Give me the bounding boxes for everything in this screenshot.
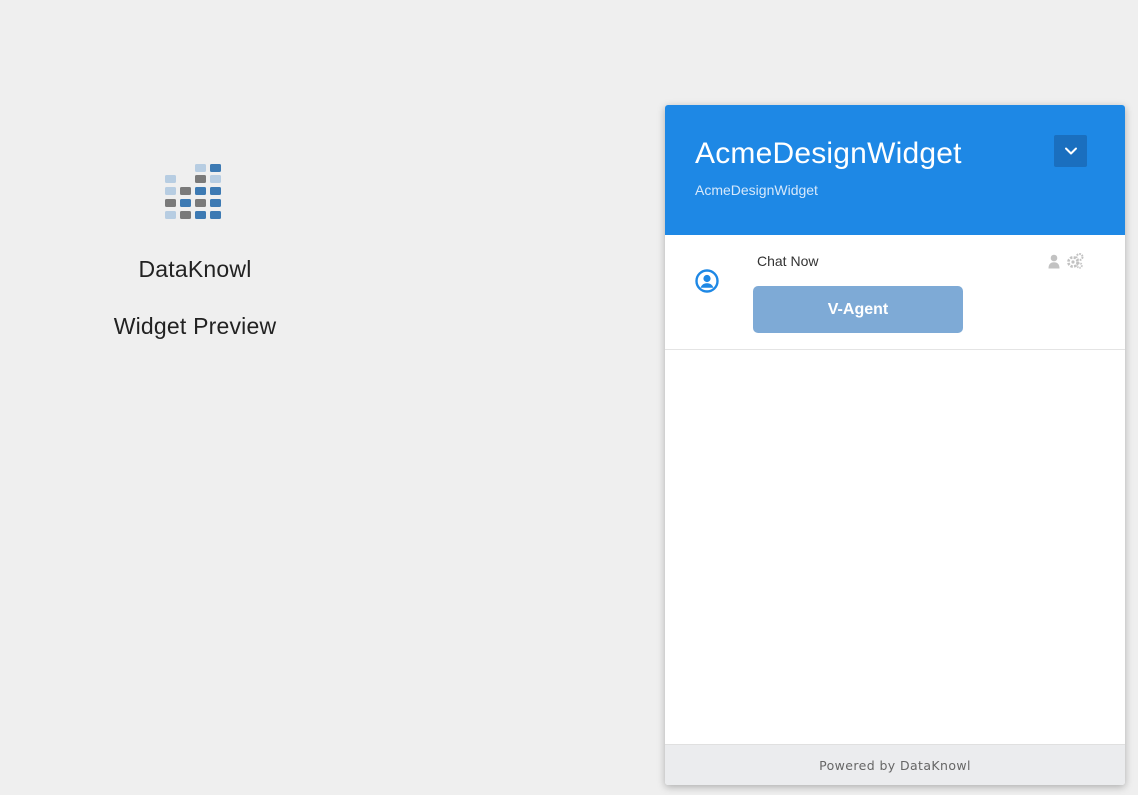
powered-by-footer: Powered by DataKnowl <box>665 744 1125 785</box>
widget-title: AcmeDesignWidget <box>695 137 962 170</box>
widget-header: AcmeDesignWidget AcmeDesignWidget <box>665 105 1125 235</box>
user-circle-icon <box>695 269 719 293</box>
status-icons <box>1048 253 1084 269</box>
preview-panel: DataKnowl Widget Preview <box>60 160 330 340</box>
chevron-down-icon <box>1064 147 1077 155</box>
dataknowl-logo-icon <box>165 164 221 219</box>
chat-widget: AcmeDesignWidget AcmeDesignWidget Chat N… <box>665 105 1125 785</box>
user-icon <box>1048 254 1060 268</box>
chat-now-label: Chat Now <box>757 253 819 269</box>
widget-subtitle: AcmeDesignWidget <box>695 182 818 198</box>
collapse-button[interactable] <box>1054 135 1087 167</box>
v-agent-button[interactable]: V-Agent <box>753 286 963 333</box>
chat-body <box>665 350 1125 745</box>
gears-icon <box>1067 253 1084 269</box>
chat-section: Chat Now V-Agent <box>665 235 1125 350</box>
brand-name: DataKnowl <box>138 256 252 282</box>
widget-preview-label: Widget Preview <box>113 313 277 339</box>
